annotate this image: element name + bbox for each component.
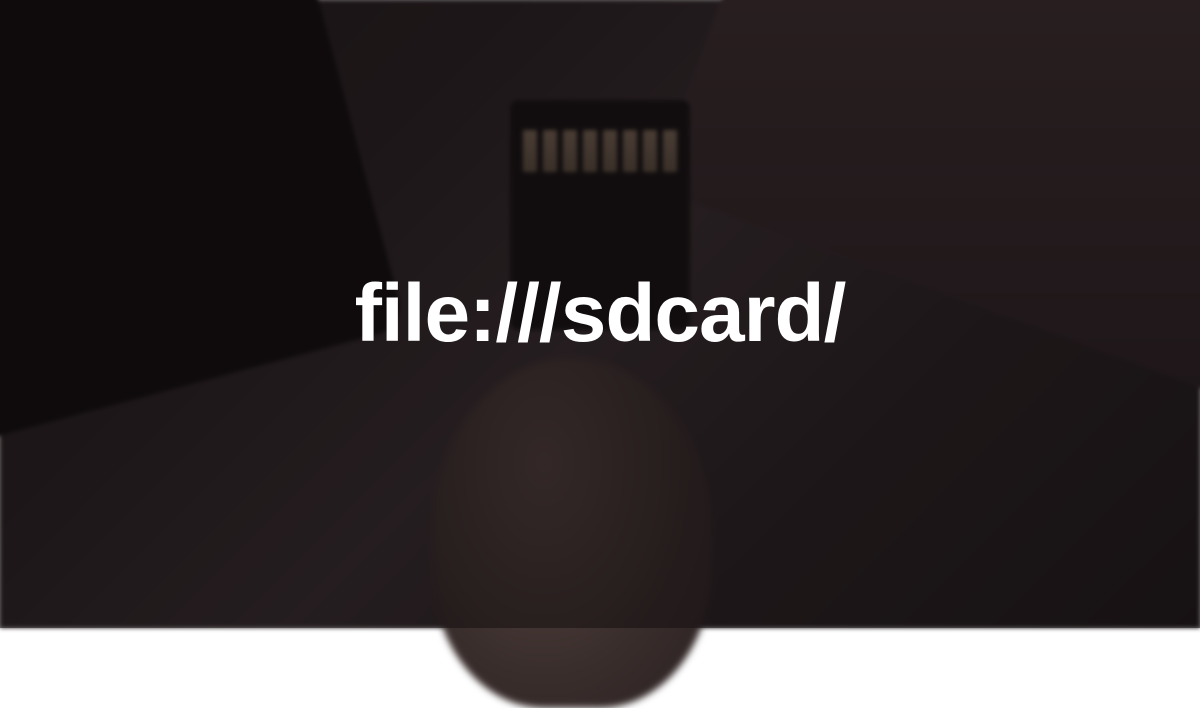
page-title: file:///sdcard/ bbox=[355, 267, 846, 361]
